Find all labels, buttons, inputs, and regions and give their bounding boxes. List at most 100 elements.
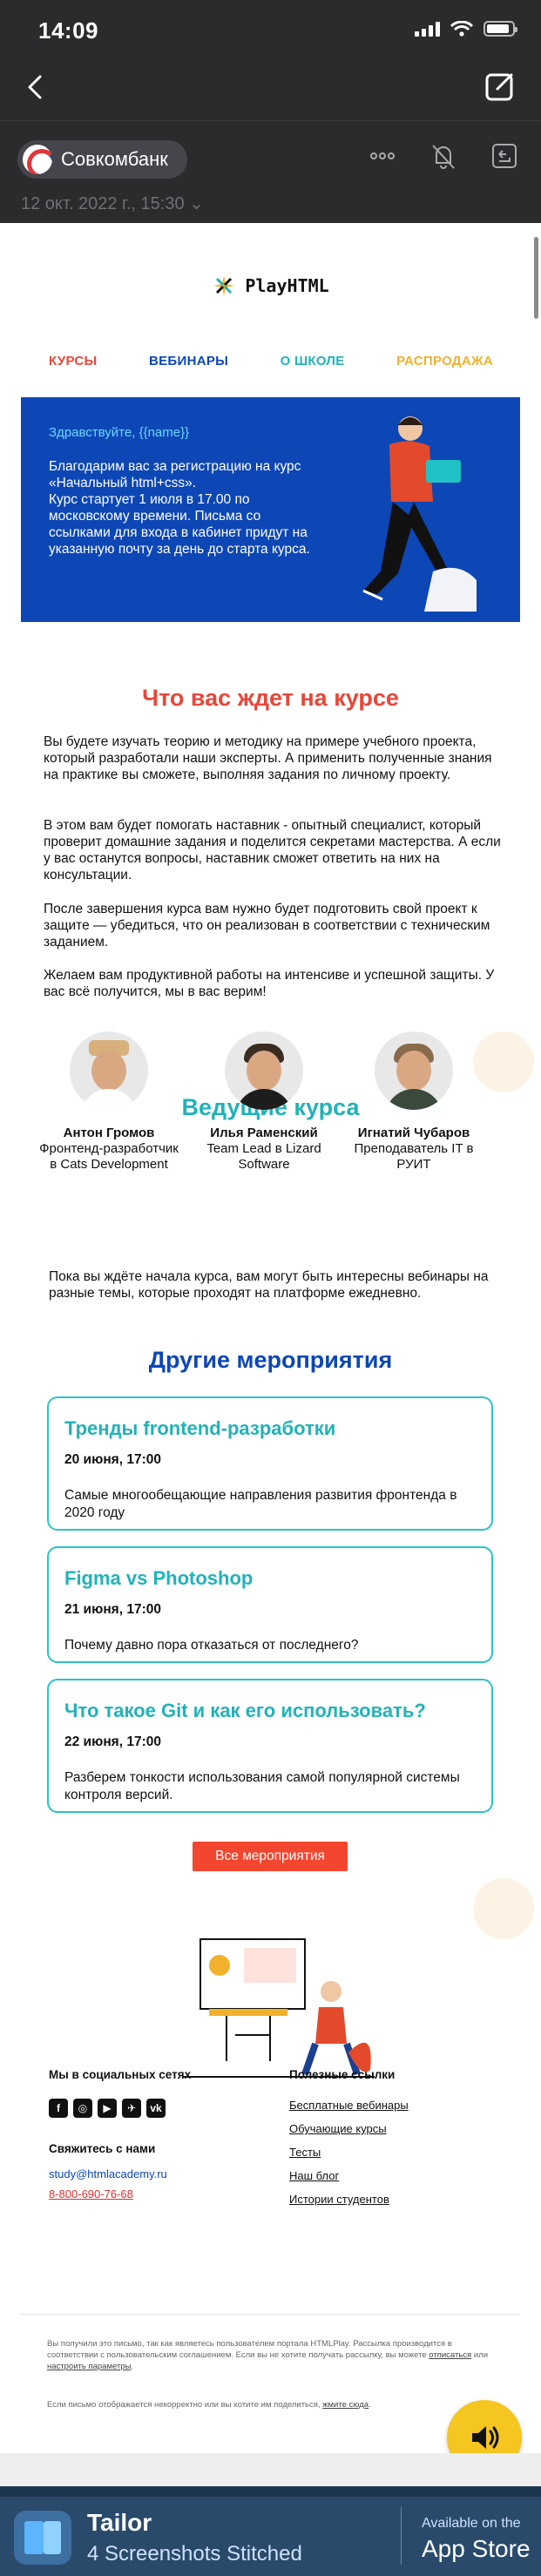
event-date: 20 июня, 17:00	[64, 1452, 161, 1467]
settings-link[interactable]: настроить параметры	[47, 2362, 131, 2371]
banner-divider	[401, 2507, 402, 2565]
course-paragraph-4: Желаем вам продуктивной работы на интенс…	[44, 968, 495, 999]
legal-view-online: Если письмо отображается некорректно или…	[47, 2400, 371, 2410]
legal-text: Если письмо отображается некорректно или…	[47, 2400, 321, 2410]
events-title: Другие мероприятия	[148, 1347, 393, 1373]
event-title[interactable]: Что такое Git и как его использовать?	[64, 1700, 476, 1722]
scrollbar[interactable]	[534, 237, 538, 319]
more-icon[interactable]	[367, 140, 398, 172]
legal-notice: Вы получили это письмо, так как являетес…	[47, 2339, 488, 2371]
back-icon[interactable]	[21, 71, 52, 103]
audio-bubble-ghost	[473, 1031, 534, 1092]
view-in-browser-link[interactable]: жмите сюда	[322, 2400, 369, 2410]
contact-phone-link[interactable]: 8-800-690-76-68	[49, 2187, 191, 2201]
wifi-icon	[450, 21, 473, 37]
sender-chip[interactable]: Совкомбанк	[17, 140, 187, 179]
banner-subtitle: 4 Screenshots Stitched	[87, 2542, 302, 2566]
course-paragraph-3: После завершения курса вам нужно будет п…	[44, 902, 490, 950]
home-indicator-strip	[0, 2486, 541, 2497]
course-section-title: Что вас ждет на курсе	[142, 685, 399, 711]
footer-link[interactable]: Истории студентов	[289, 2193, 409, 2206]
mentor-card: Игнатий Чубаров Преподаватель IT в РУИТ	[340, 1031, 488, 1173]
banner-app-name: Tailor	[87, 2509, 152, 2536]
store-caption: Available on the	[422, 2516, 521, 2531]
legal-text: Вы получили это письмо, так как являетес…	[47, 2339, 452, 2360]
legal-or: или	[471, 2350, 488, 2360]
brand-name: PlayHTML	[245, 275, 329, 296]
avatar	[70, 1031, 148, 1110]
mail-date[interactable]: 12 окт. 2022 г., 15:30 ⌄	[21, 193, 204, 214]
signal-icon	[415, 21, 440, 37]
compose-icon[interactable]	[484, 70, 517, 103]
tailor-banner: Tailor 4 Screenshots Stitched Available …	[0, 2497, 541, 2576]
vk-icon[interactable]: vk	[146, 2099, 166, 2118]
store-name: App Store	[422, 2535, 531, 2562]
contact-title: Свяжитесь с нами	[49, 2142, 156, 2155]
social-icons: f ◎ ▶ ✈ vk	[49, 2099, 191, 2118]
mentor-card: Илья Раменский Team Lead в Lizard Softwa…	[190, 1031, 338, 1173]
tailor-app-icon	[14, 2511, 71, 2565]
footer-social: Мы в социальных сетях f ◎ ▶ ✈ vk Свяжите…	[49, 2068, 191, 2208]
hero-text: Благодарим вас за регистрацию на курс «Н…	[49, 459, 310, 557]
avatar	[375, 1031, 453, 1110]
avatar	[225, 1031, 303, 1110]
menu-sale[interactable]: РАСПРОДАЖА	[396, 354, 493, 368]
mentor-role: Фронтенд-разработчик в Cats Development	[39, 1141, 179, 1172]
youtube-icon[interactable]: ▶	[98, 2099, 117, 2118]
event-title[interactable]: Тренды frontend-разработки	[64, 1417, 476, 1440]
mute-notifications-icon[interactable]	[428, 140, 459, 172]
mail-nav-bar	[0, 54, 541, 120]
footer-link[interactable]: Тесты	[289, 2146, 409, 2159]
email-menu: КУРСЫ ВЕБИНАРЫ О ШКОЛЕ РАСПРОДАЖА	[49, 354, 493, 368]
status-bar: 14:09	[0, 0, 541, 54]
hero-greeting: Здравствуйте, {{name}}	[49, 425, 190, 440]
event-card[interactable]: Figma vs Photoshop 21 июня, 17:00 Почему…	[47, 1546, 493, 1663]
menu-about[interactable]: О ШКОЛЕ	[281, 354, 345, 368]
footer-illustration	[183, 1938, 375, 2078]
unsubscribe-link[interactable]: отписаться	[429, 2350, 471, 2360]
brand-logo[interactable]: PlayHTML	[0, 274, 541, 298]
battery-icon	[484, 21, 517, 37]
sender-logo	[23, 145, 52, 174]
menu-webinars[interactable]: ВЕБИНАРЫ	[149, 354, 228, 368]
telegram-icon[interactable]: ✈	[122, 2099, 141, 2118]
sender-name: Совкомбанк	[61, 148, 168, 170]
links-title: Полезные ссылки	[289, 2068, 396, 2081]
mail-header: Совкомбанк 12 окт. 2022 г., 15:30 ⌄	[0, 120, 541, 223]
mentor-name: Антон Громов	[63, 1126, 155, 1140]
mentor-role: Преподаватель IT в РУИТ	[354, 1141, 474, 1172]
footer-divider	[21, 2314, 520, 2315]
audio-bubble-ghost	[473, 1878, 534, 1939]
course-paragraph-2: В этом вам будет помогать наставник - оп…	[44, 818, 501, 882]
menu-courses[interactable]: КУРСЫ	[49, 354, 98, 368]
hero-illustration	[362, 416, 477, 612]
events-intro: Пока вы ждёте начала курса, вам могут бы…	[49, 1269, 489, 1301]
all-events-button[interactable]: Все мероприятия	[193, 1842, 348, 1871]
footer-link[interactable]: Обучающие курсы	[289, 2122, 409, 2135]
hero-banner: Здравствуйте, {{name}} Благодарим вас за…	[21, 397, 520, 622]
facebook-icon[interactable]: f	[49, 2099, 68, 2118]
footer-link[interactable]: Бесплатные вебинары	[289, 2099, 409, 2112]
event-description: Почему давно пора отказаться от последне…	[64, 1638, 359, 1653]
event-description: Разберем тонкости использования самой по…	[64, 1770, 460, 1802]
event-description: Самые многообещающие направления развити…	[64, 1488, 457, 1520]
instagram-icon[interactable]: ◎	[73, 2099, 92, 2118]
mentor-name: Илья Раменский	[210, 1126, 318, 1140]
event-title[interactable]: Figma vs Photoshop	[64, 1567, 476, 1590]
event-date: 21 июня, 17:00	[64, 1602, 161, 1617]
brand-mark-icon	[213, 275, 235, 296]
course-paragraph-1: Вы будете изучать теорию и методику на п…	[44, 734, 492, 782]
event-date: 22 июня, 17:00	[64, 1734, 161, 1749]
mail-bottom-strip	[0, 2453, 541, 2486]
contact-email-link[interactable]: study@htmlacademy.ru	[49, 2167, 191, 2180]
footer-links: Полезные ссылки Бесплатные вебинары Обуч…	[289, 2068, 409, 2216]
status-time: 14:09	[38, 17, 98, 44]
speaker-icon	[472, 2426, 499, 2449]
mentor-card: Антон Громов Фронтенд-разработчик в Cats…	[35, 1031, 183, 1173]
footer-link[interactable]: Наш блог	[289, 2169, 409, 2182]
move-folder-icon[interactable]	[489, 140, 520, 172]
status-icons	[415, 21, 517, 37]
event-card[interactable]: Тренды frontend-разработки 20 июня, 17:0…	[47, 1396, 493, 1531]
social-title: Мы в социальных сетях	[49, 2068, 192, 2081]
event-card[interactable]: Что такое Git и как его использовать? 22…	[47, 1679, 493, 1813]
